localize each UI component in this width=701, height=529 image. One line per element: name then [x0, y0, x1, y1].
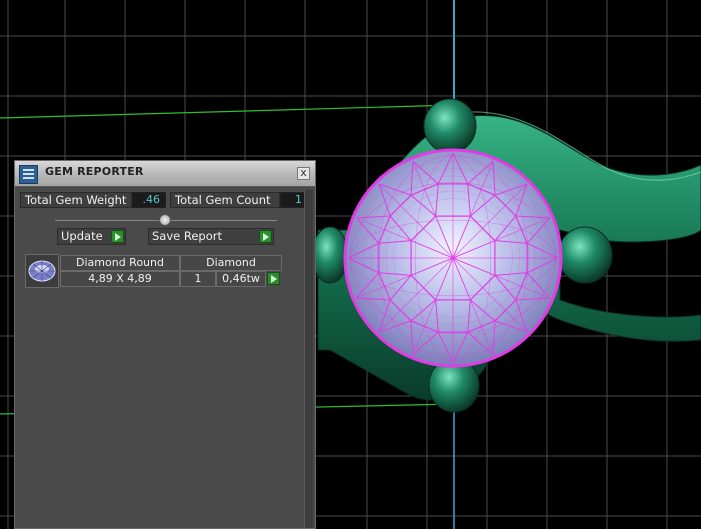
gem-size-cell: 4,89 X 4,89	[60, 271, 180, 287]
gem-count-cell: 1	[180, 271, 216, 287]
update-button[interactable]: Update	[57, 228, 126, 245]
diamond-wireframe	[343, 148, 563, 368]
total-gem-count-label: Total Gem Count	[170, 192, 280, 208]
gem-reporter-panel: GEM REPORTER x Total Gem Weight .46 Tota…	[14, 160, 316, 529]
save-report-label: Save Report	[152, 229, 223, 243]
save-report-button[interactable]: Save Report	[148, 228, 274, 245]
total-gem-weight-label: Total Gem Weight	[20, 192, 132, 208]
panel-scrollbar[interactable]	[304, 190, 313, 528]
close-icon[interactable]: x	[297, 167, 310, 180]
prong-top	[423, 98, 477, 154]
gem-weight-cell: 0,46tw	[216, 271, 266, 287]
prong-left	[311, 226, 349, 284]
gem-material-cell: Diamond	[180, 255, 282, 271]
panel-title: GEM REPORTER	[45, 165, 144, 178]
panel-titlebar[interactable]: GEM REPORTER x	[15, 161, 315, 187]
prong-right	[557, 226, 613, 284]
update-label: Update	[61, 229, 103, 243]
gem-list-item[interactable]: Diamond Round 4,89 X 4,89 Diamond 1 0,46…	[25, 254, 283, 288]
gem-shape-cell: Diamond Round	[60, 255, 180, 271]
total-gem-weight-value: .46	[132, 192, 166, 208]
play-arrow-icon[interactable]	[267, 272, 280, 285]
splitter-handle[interactable]	[159, 214, 171, 226]
gem-reporter-icon	[19, 165, 38, 184]
play-arrow-icon[interactable]	[259, 230, 272, 243]
play-arrow-icon[interactable]	[111, 230, 124, 243]
round-gem-icon	[25, 254, 59, 288]
